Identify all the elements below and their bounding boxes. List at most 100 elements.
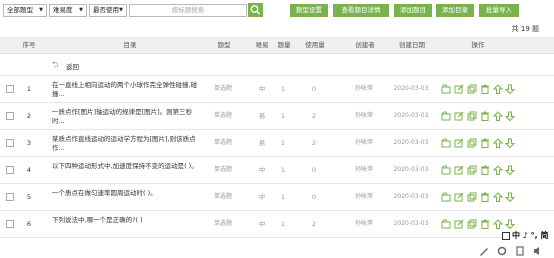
copy-icon[interactable] [467,192,477,202]
search-button[interactable] [248,3,263,17]
move-to-folder-icon[interactable] [441,84,451,94]
ime-status: 中 ♪ °, 简 [512,231,549,240]
table-row[interactable]: 1 在一直线上相向运动的两个小球作完全弹性碰撞,碰撞... 单选题 中 1 0 孙咏萍 202… [0,76,554,103]
table-row[interactable]: 2 一质点作[图片]轴运动的规律是[图片]。则第三秒时... 单选题 易 1 2 孙咏萍 20… [0,103,554,130]
delete-icon[interactable] [480,192,490,202]
difficulty-filter-select[interactable]: 难易度 ▼ [49,4,87,17]
question-type: 单选题 [213,112,232,119]
question-difficulty: 中 [258,220,266,228]
edit-icon[interactable] [454,165,464,175]
tray-speaker-icon[interactable] [532,245,544,257]
search-placeholder: 按标题搜索 [171,6,205,14]
view-question-details-button[interactable]: 查看题目详情 [333,4,389,17]
edit-icon[interactable] [454,111,464,121]
question-title[interactable]: 某质点作直线运动的运动学方程为[图片],则该质点作... [52,135,204,153]
move-to-folder-icon[interactable] [441,138,451,148]
delete-icon[interactable] [480,165,490,175]
move-up-icon[interactable] [493,219,503,229]
row-number: 5 [26,193,32,201]
copy-icon[interactable] [467,165,477,175]
edit-icon[interactable] [454,192,464,202]
row-number: 1 [26,85,32,93]
col-creator: 创建者 [355,41,375,49]
back-row[interactable]: ⮌ 返回 [0,54,554,76]
usage-filter-value: 最否使用 [93,6,119,14]
question-type-settings-button[interactable]: 题型设置 [290,4,328,17]
question-title[interactable]: 以下四种运动形式中,加速度保持不变的运动是( )。 [52,162,204,171]
move-to-folder-icon[interactable] [441,165,451,175]
tray-gear-icon[interactable] [496,245,508,257]
row-checkbox[interactable] [6,85,14,93]
question-creator: 孙咏萍 [354,112,373,119]
table-row[interactable]: 5 一个质点在做匀速率圆周运动时( )。 单选题 中 1 0 孙咏萍 2020-03-03 [0,184,554,211]
edit-icon[interactable] [454,219,464,229]
move-up-icon[interactable] [493,111,503,121]
move-up-icon[interactable] [493,192,503,202]
move-down-icon[interactable] [505,111,515,121]
delete-icon[interactable] [480,111,490,121]
copy-icon[interactable] [467,138,477,148]
table-row[interactable]: 6 下列说法中,哪一个是正确的?( ) 单选题 中 1 2 孙咏萍 2020-03-03 [0,211,554,238]
chevron-down-icon: ▼ [79,7,83,13]
question-title[interactable]: 一个质点在做匀速率圆周运动时( )。 [52,189,204,198]
question-title[interactable]: 在一直线上相向运动的两个小球作完全弹性碰撞,碰撞... [52,81,204,99]
usage-filter-select[interactable]: 最否使用 ▼ [89,4,127,17]
question-usage: 2 [311,112,317,120]
move-down-icon[interactable] [505,219,515,229]
col-index: 序号 [22,41,36,49]
col-type: 题型 [217,41,231,49]
move-up-icon[interactable] [493,138,503,148]
question-usage: 0 [311,193,317,201]
ime-toolbar[interactable]: 中 ♪ °, 简 [502,229,554,243]
question-date: 2020-03-03 [393,193,429,200]
question-title[interactable]: 下列说法中,哪一个是正确的?( ) [52,216,204,225]
col-difficulty: 难易 [255,41,269,49]
question-creator: 孙咏萍 [354,166,373,173]
col-score: 题量 [277,41,291,49]
move-to-folder-icon[interactable] [441,219,451,229]
move-down-icon[interactable] [505,84,515,94]
search-input[interactable]: 按标题搜索 [129,4,247,17]
delete-icon[interactable] [480,138,490,148]
question-type: 单选题 [213,166,232,173]
batch-import-button[interactable]: 批量导入 [479,4,519,17]
copy-icon[interactable] [467,111,477,121]
move-down-icon[interactable] [505,192,515,202]
delete-icon[interactable] [480,84,490,94]
add-folder-button[interactable]: 添加目录 [436,4,474,17]
difficulty-filter-value: 难易度 [53,6,73,14]
question-type: 单选题 [213,193,232,200]
table-row[interactable]: 3 某质点作直线运动的运动学方程为[图片],则该质点作... 单选题 易 1 2 孙咏萍 20… [0,130,554,157]
move-down-icon[interactable] [505,165,515,175]
tray-pen-icon[interactable] [478,245,490,257]
delete-icon[interactable] [480,219,490,229]
col-date: 创建日期 [399,41,425,49]
question-date: 2020-03-03 [393,139,429,146]
question-score: 1 [280,85,286,93]
question-difficulty: 易 [258,139,266,147]
question-date: 2020-03-03 [393,112,429,119]
add-question-button[interactable]: 添加题目 [394,4,432,17]
row-checkbox[interactable] [6,220,14,228]
move-to-folder-icon[interactable] [441,192,451,202]
row-checkbox[interactable] [6,139,14,147]
back-link[interactable]: 返回 [66,61,79,71]
question-title[interactable]: 一质点作[图片]轴运动的规律是[图片]。则第三秒时... [52,108,204,126]
row-checkbox[interactable] [6,193,14,201]
edit-icon[interactable] [454,84,464,94]
question-date: 2020-03-03 [393,166,429,173]
back-arrow-icon[interactable]: ⮌ [52,59,58,73]
edit-icon[interactable] [454,138,464,148]
row-checkbox[interactable] [6,166,14,174]
table-row[interactable]: 4 以下四种运动形式中,加速度保持不变的运动是( )。 单选题 中 1 0 孙咏萍 2020-… [0,157,554,184]
move-to-folder-icon[interactable] [441,111,451,121]
copy-icon[interactable] [467,219,477,229]
row-checkbox[interactable] [6,112,14,120]
move-down-icon[interactable] [505,138,515,148]
type-filter-select[interactable]: 全部题型 ▼ [3,4,47,17]
tray-clipboard-icon[interactable] [514,245,526,257]
move-up-icon[interactable] [493,84,503,94]
question-score: 1 [280,193,286,201]
move-up-icon[interactable] [493,165,503,175]
copy-icon[interactable] [467,84,477,94]
